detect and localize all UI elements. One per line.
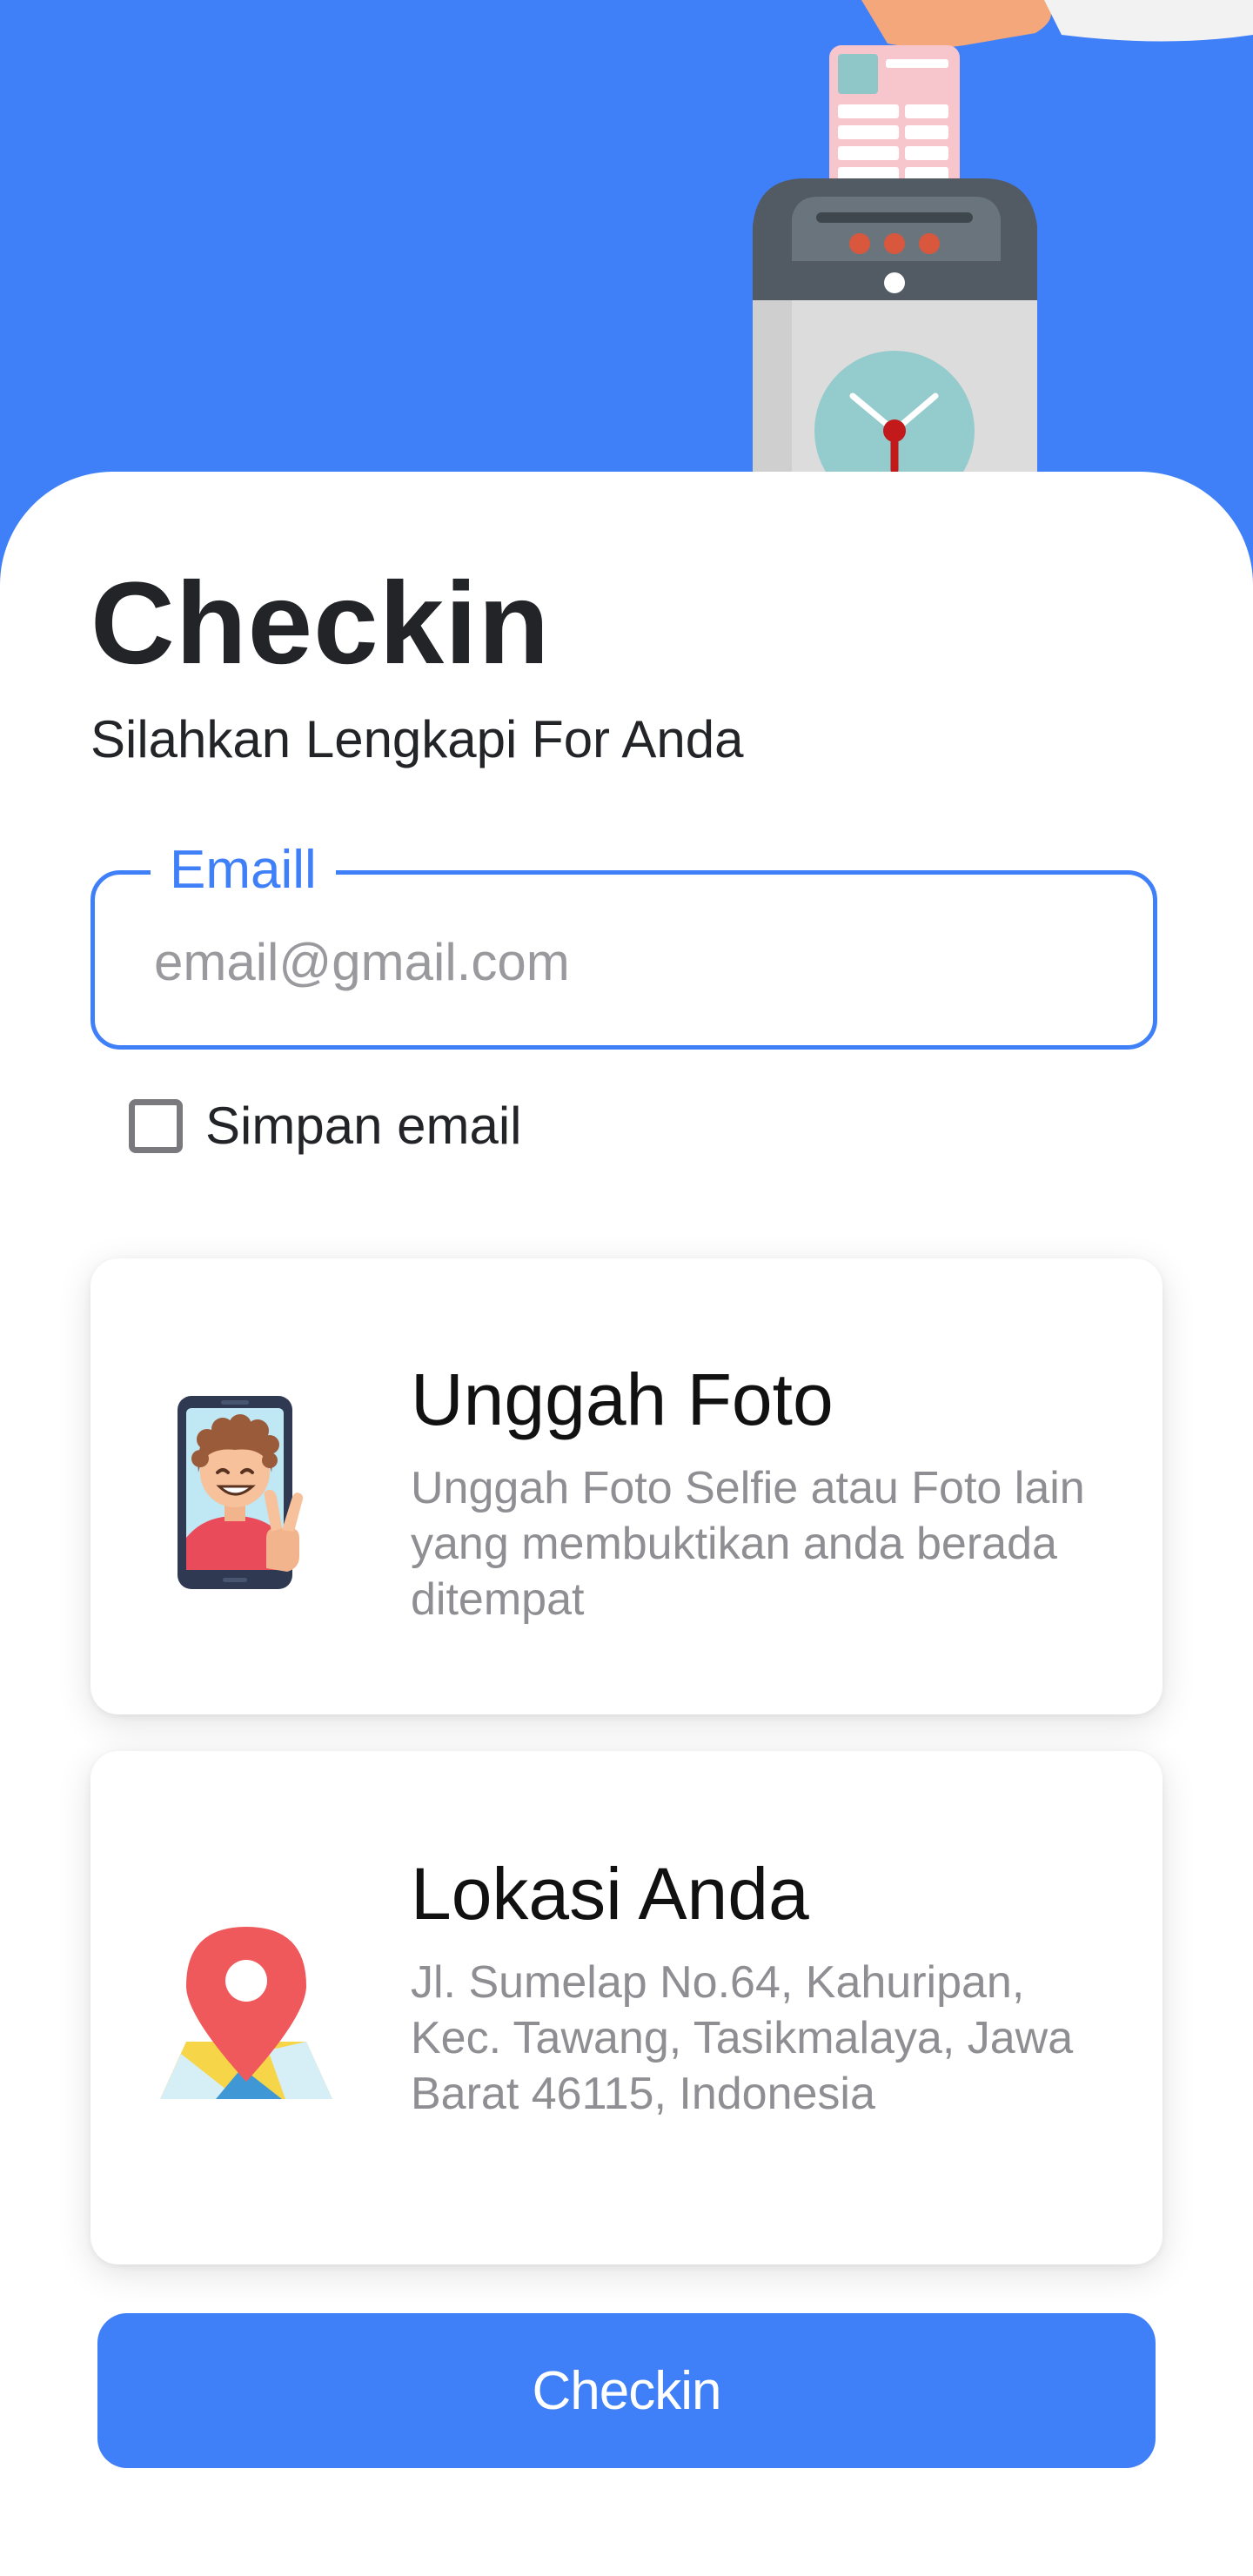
location-address: Jl. Sumelap No.64, Kahuripan, Kec. Tawan… <box>411 1957 1074 2119</box>
upload-photo-title: Unggah Foto <box>411 1358 834 1440</box>
page-title: Checkin <box>90 559 551 688</box>
page-subtitle: Silahkan Lengkapi For Anda <box>90 710 744 768</box>
selfie-phone-icon <box>178 1396 304 1589</box>
map-pin-icon <box>160 1927 332 2099</box>
email-field-label: Emaill <box>151 843 336 897</box>
upload-photo-card[interactable]: Unggah Foto Unggah Foto Selfie atau Foto… <box>90 1258 1163 1714</box>
checkin-button[interactable]: Checkin <box>97 2313 1156 2468</box>
location-title: Lokasi Anda <box>411 1853 809 1935</box>
location-card[interactable]: Lokasi Anda Jl. Sumelap No.64, Kahuripan… <box>90 1751 1163 2264</box>
remember-email-label: Simpan email <box>205 1097 522 1155</box>
upload-photo-description: Unggah Foto Selfie atau Foto lain yang m… <box>411 1463 1085 1625</box>
email-field[interactable]: Emaill <box>90 843 1157 1050</box>
remember-email-option[interactable]: Simpan email <box>129 1091 522 1161</box>
email-input[interactable] <box>154 918 1094 1005</box>
remember-email-checkbox[interactable] <box>129 1099 183 1153</box>
